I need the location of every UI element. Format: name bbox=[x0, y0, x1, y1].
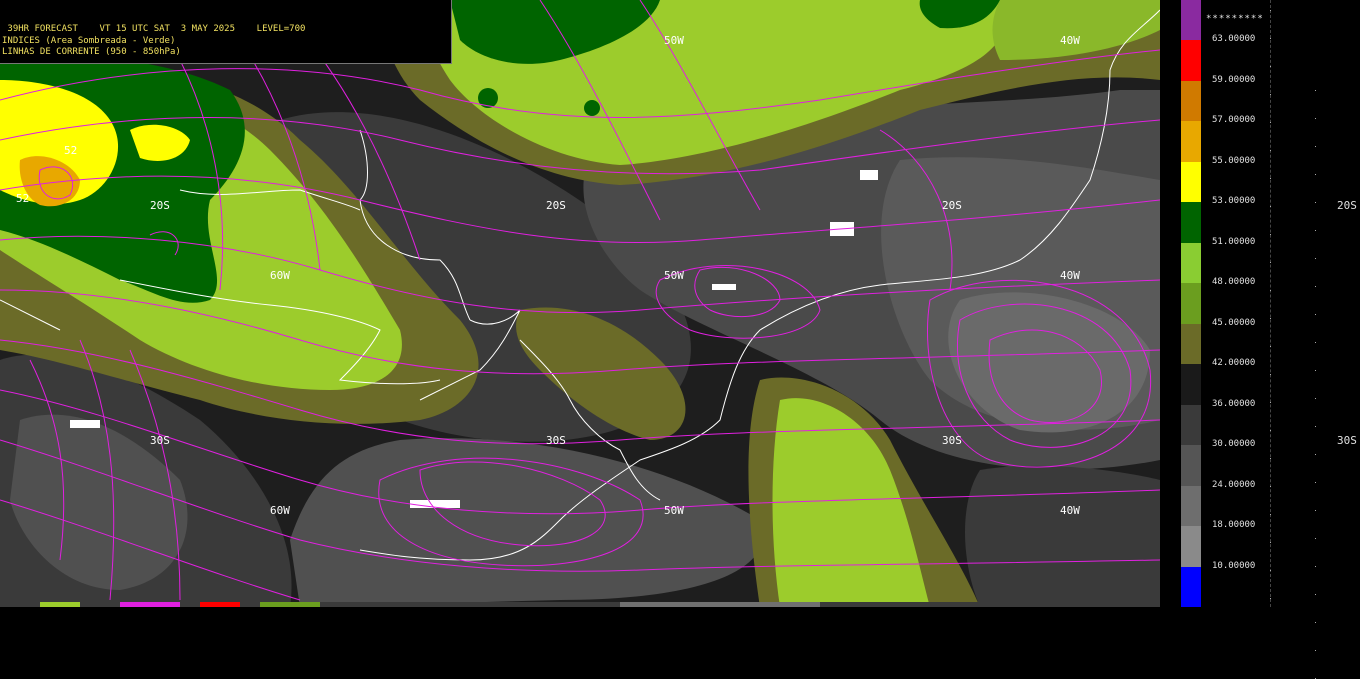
colorbar-segment bbox=[1181, 445, 1201, 487]
grid-dot bbox=[1315, 454, 1316, 455]
grid-dot bbox=[1315, 622, 1316, 623]
map-lon-50w-2: 50W bbox=[664, 269, 684, 282]
colorbar-level-label: 36.00000 bbox=[1212, 398, 1256, 409]
map-lon-60w-1: 60W bbox=[270, 269, 290, 282]
colorbar-level-label: 59.00000 bbox=[1212, 74, 1256, 85]
colorbar-segment bbox=[1181, 242, 1201, 284]
grid-dot bbox=[1315, 146, 1316, 147]
colorbar-segment bbox=[1181, 0, 1201, 41]
map-lon-40w-2: 40W bbox=[1060, 269, 1080, 282]
colorbar-level-label: 42.00000 bbox=[1212, 358, 1256, 369]
map-lon-40w-1: 40W bbox=[1060, 34, 1080, 47]
grid-dot bbox=[1270, 178, 1271, 179]
grid-dot bbox=[1270, 38, 1271, 39]
colorbar bbox=[1181, 0, 1201, 608]
map-lat-20s-2: 20S bbox=[546, 199, 566, 212]
colorbar-segment bbox=[1181, 323, 1201, 365]
grid-dot bbox=[1270, 94, 1271, 95]
grid-dot bbox=[1315, 118, 1316, 119]
colorbar-level-label: 30.00000 bbox=[1212, 439, 1256, 450]
grid-dot bbox=[1315, 258, 1316, 259]
map-lat-30s-1: 30S bbox=[150, 434, 170, 447]
grid-dot bbox=[1270, 514, 1271, 515]
grid-dot bbox=[1270, 570, 1271, 571]
grid-dot bbox=[1270, 374, 1271, 375]
grid-dot bbox=[1315, 286, 1316, 287]
map-lon-60w-2: 60W bbox=[270, 504, 290, 517]
colorbar-level-label: 53.00000 bbox=[1212, 196, 1256, 207]
colorbar-level-label: 45.00000 bbox=[1212, 317, 1256, 328]
header-streamlines-line: LINHAS DE CORRENTE (950 - 850hPa) bbox=[2, 47, 181, 57]
grid-line bbox=[1270, 0, 1271, 607]
colorbar-level-label: 51.00000 bbox=[1212, 236, 1256, 247]
right-lat-20s: 20S bbox=[1337, 199, 1357, 212]
grid-dot bbox=[1315, 566, 1316, 567]
grid-dot bbox=[1270, 234, 1271, 235]
colorbar-segment bbox=[1181, 566, 1201, 608]
grid-dot bbox=[1270, 66, 1271, 67]
map-lon-50w-3: 50W bbox=[664, 504, 684, 517]
grid-dot bbox=[1270, 262, 1271, 263]
colorbar-segment bbox=[1181, 485, 1201, 527]
contour-label-52-1: 52 bbox=[64, 144, 77, 157]
colorbar-level-label: 24.00000 bbox=[1212, 479, 1256, 490]
grid-dot bbox=[1270, 150, 1271, 151]
grid-dot bbox=[1315, 538, 1316, 539]
map-lon-40w-3: 40W bbox=[1060, 504, 1080, 517]
grid-dot bbox=[1270, 206, 1271, 207]
grid-dot bbox=[1270, 542, 1271, 543]
grid-dot bbox=[1315, 650, 1316, 651]
grid-dot bbox=[1270, 430, 1271, 431]
colorbar-level-label: 10.00000 bbox=[1212, 560, 1256, 571]
colorbar-segment bbox=[1181, 161, 1201, 203]
colorbar-segment bbox=[1181, 283, 1201, 325]
contour-label-52-2: 52 bbox=[16, 192, 29, 205]
grid-dot bbox=[1315, 370, 1316, 371]
map-lat-20s-1: 20S bbox=[150, 199, 170, 212]
grid-dot bbox=[1315, 230, 1316, 231]
colorbar-segment bbox=[1181, 80, 1201, 122]
map-lon-50w-1: 50W bbox=[664, 34, 684, 47]
grid-dot bbox=[1270, 122, 1271, 123]
grid-dot bbox=[1315, 398, 1316, 399]
grid-dot bbox=[1270, 402, 1271, 403]
map-divider bbox=[1160, 0, 1180, 607]
right-lat-30s: 30S bbox=[1337, 434, 1357, 447]
header-indices-line: INDICES (Area Sombreada - Verde) bbox=[2, 36, 176, 46]
map-lat-30s-3: 30S bbox=[942, 434, 962, 447]
grid-dot bbox=[1270, 290, 1271, 291]
map-lat-20s-3: 20S bbox=[942, 199, 962, 212]
grid-dot bbox=[1315, 90, 1316, 91]
grid-dot bbox=[1270, 346, 1271, 347]
grid-dot bbox=[1270, 10, 1271, 11]
colorbar-segment bbox=[1181, 526, 1201, 568]
colorbar-segment bbox=[1181, 121, 1201, 163]
colorbar-segment bbox=[1181, 364, 1201, 406]
grid-dot bbox=[1315, 510, 1316, 511]
grid-dot bbox=[1315, 314, 1316, 315]
grid-dot bbox=[1315, 426, 1316, 427]
colorbar-segment bbox=[1181, 202, 1201, 244]
map-lat-30s-2: 30S bbox=[546, 434, 566, 447]
colorbar-level-label: 57.00000 bbox=[1212, 115, 1256, 126]
grid-dot bbox=[1315, 202, 1316, 203]
colorbar-level-label: 55.00000 bbox=[1212, 155, 1256, 166]
forecast-header: 39HR FORECAST VT 15 UTC SAT 3 MAY 2025 L… bbox=[0, 0, 452, 64]
weather-map: 20S 20S 20S 30S 30S 30S 60W 60W 50W 50W … bbox=[0, 0, 1160, 607]
grid-dot bbox=[1270, 486, 1271, 487]
colorbar-level-label: 18.00000 bbox=[1212, 520, 1256, 531]
colorbar-segment bbox=[1181, 40, 1201, 82]
colorbar-segment bbox=[1181, 404, 1201, 446]
grid-dot bbox=[1270, 318, 1271, 319]
grid-dot bbox=[1270, 598, 1271, 599]
header-forecast-line: 39HR FORECAST VT 15 UTC SAT 3 MAY 2025 L… bbox=[2, 24, 306, 34]
colorbar-level-label: 48.00000 bbox=[1212, 277, 1256, 288]
colorbar-top-label: ********* bbox=[1206, 14, 1264, 24]
grid-dot bbox=[1315, 342, 1316, 343]
colorbar-level-label: 63.00000 bbox=[1212, 34, 1256, 45]
grid-dot bbox=[1315, 482, 1316, 483]
grid-dot bbox=[1315, 174, 1316, 175]
grid-dot bbox=[1315, 594, 1316, 595]
grid-dot bbox=[1270, 458, 1271, 459]
